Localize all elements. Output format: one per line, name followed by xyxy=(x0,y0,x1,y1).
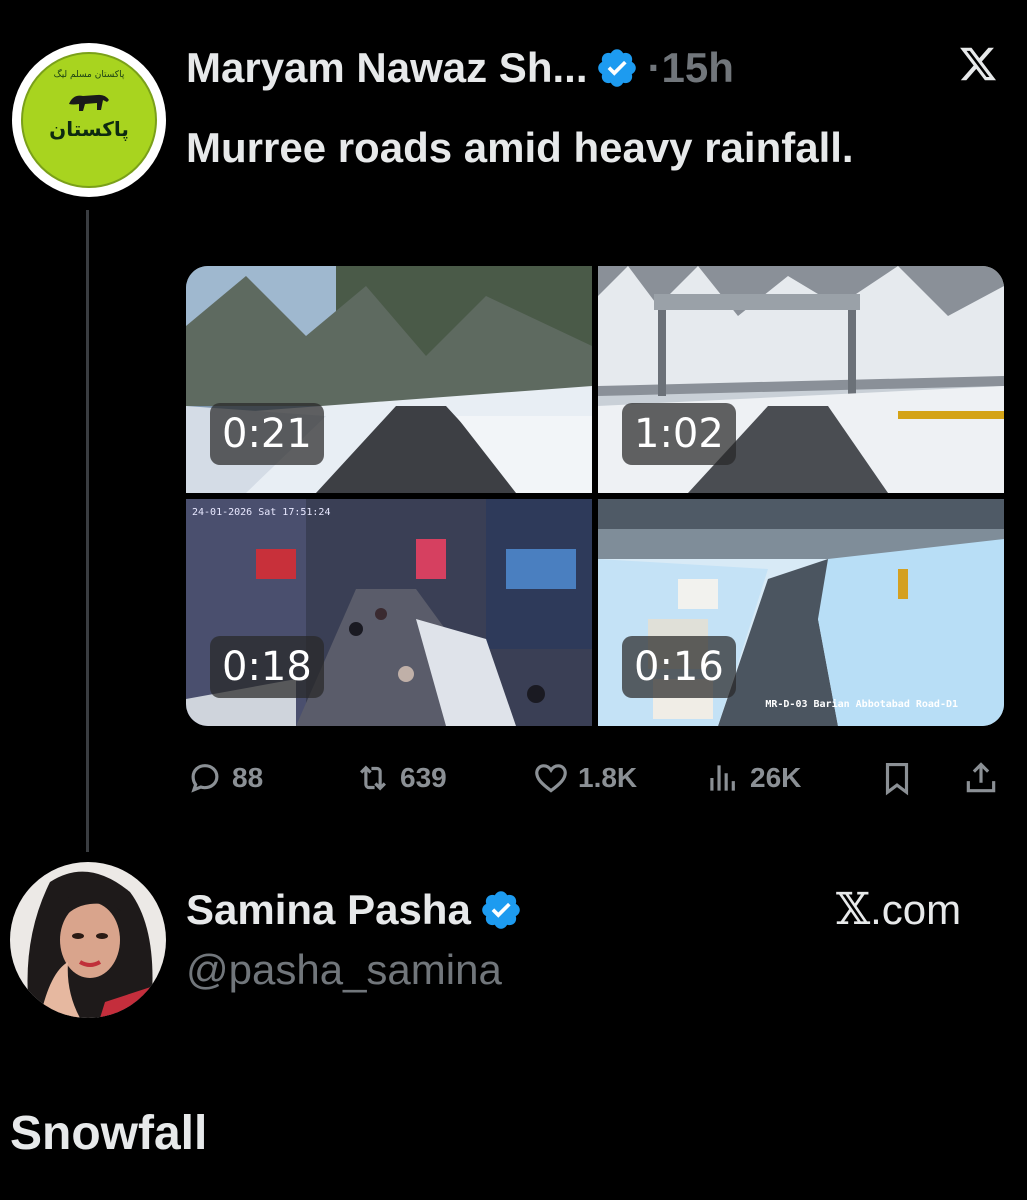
tweet1-header: Maryam Nawaz Sh... ·15h xyxy=(186,40,734,96)
domain-suffix: .com xyxy=(870,886,962,933)
party-logo: پاکستان مسلم لیگ پاکستان xyxy=(21,52,157,188)
repost-count: 639 xyxy=(400,762,447,793)
repost-icon xyxy=(360,765,386,791)
reply-icon xyxy=(191,764,219,793)
reply-button[interactable]: 88 xyxy=(186,756,263,800)
views-count: 26K xyxy=(750,762,802,793)
bookmark-icon xyxy=(885,762,909,796)
tweet2-text: Snowfall xyxy=(10,1107,208,1160)
samina-avatar[interactable] xyxy=(10,862,166,1018)
maryam-avatar[interactable]: پاکستان مسلم لیگ پاکستان xyxy=(12,43,166,197)
video-duration-2: 1:02 xyxy=(622,403,736,465)
video-tile-4[interactable]: MR-D-03 Barian Abbotabad Road-D1 0:16 xyxy=(598,499,1004,726)
reply-count: 88 xyxy=(232,762,264,793)
verified-badge-icon xyxy=(598,49,637,87)
video-tile-2[interactable]: 1:02 xyxy=(598,266,1004,493)
views-button[interactable]: 26K xyxy=(704,756,801,800)
camera-location-caption: MR-D-03 Barian Abbotabad Road-D1 xyxy=(765,699,958,710)
x-com-watermark: 𝕏 .com xyxy=(836,884,961,935)
tweet1-text: Murree roads amid heavy rainfall. xyxy=(186,124,854,171)
x-logo-icon[interactable] xyxy=(956,44,1000,84)
video-tile-1[interactable]: 0:21 xyxy=(186,266,592,493)
like-button[interactable]: 1.8K xyxy=(532,756,637,800)
tweet2-name-row: Samina Pasha xyxy=(186,882,523,938)
like-count: 1.8K xyxy=(578,762,638,793)
share-button[interactable] xyxy=(962,756,1000,800)
logo-top-text: پاکستان مسلم لیگ xyxy=(53,70,125,80)
repost-button[interactable]: 639 xyxy=(354,756,447,800)
camera-timestamp: 24-01-2026 Sat 17:51:24 xyxy=(192,507,331,518)
thread-connector-line xyxy=(86,210,89,852)
profile-photo xyxy=(10,862,166,1018)
video-duration-4: 0:16 xyxy=(622,636,736,698)
bookmark-button[interactable] xyxy=(878,756,916,800)
tweet1-display-name[interactable]: Maryam Nawaz Sh... xyxy=(186,44,587,92)
tiger-icon xyxy=(69,94,109,111)
video-grid: 0:21 1:02 24-01-2026 Sat 17:51:24 0:18 M… xyxy=(186,266,1004,726)
tweet1-time[interactable]: ·15h xyxy=(647,44,733,92)
share-icon xyxy=(966,762,996,793)
views-icon xyxy=(710,765,735,791)
logo-urdu-text: پاکستان xyxy=(49,117,129,141)
tweet2-display-name[interactable]: Samina Pasha xyxy=(186,886,471,934)
tweet2-handle[interactable]: @pasha_samina xyxy=(186,946,502,994)
screenshot: پاکستان مسلم لیگ پاکستان Maryam Nawaz Sh… xyxy=(0,0,1027,1200)
tweet1-action-bar: 88 639 1.8K 26K xyxy=(186,756,1006,800)
verified-badge-icon xyxy=(482,891,520,929)
like-icon xyxy=(535,764,567,793)
video-tile-3[interactable]: 24-01-2026 Sat 17:51:24 0:18 xyxy=(186,499,592,726)
x-logo-icon: 𝕏 xyxy=(836,884,871,935)
video-duration-1: 0:21 xyxy=(210,403,324,465)
video-duration-3: 0:18 xyxy=(210,636,324,698)
